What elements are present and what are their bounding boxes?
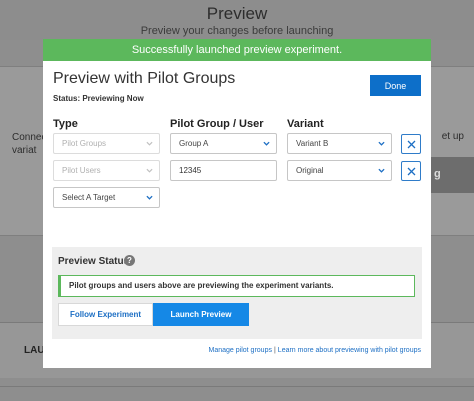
background-header: Preview Preview your changes before laun… — [0, 0, 474, 40]
chevron-down-icon — [378, 168, 385, 173]
background-side-text: Connec variat — [12, 131, 46, 157]
background-lower-label: LAU — [24, 345, 45, 356]
group-select[interactable]: Group A — [170, 133, 277, 154]
close-icon — [407, 167, 416, 176]
remove-row-button[interactable] — [401, 134, 421, 154]
target-select-value: Select A Target — [62, 193, 116, 202]
chevron-down-icon — [263, 141, 270, 146]
type-column-label: Type — [53, 118, 78, 130]
background-title: Preview — [206, 4, 268, 23]
modal-status: Status: Previewing Now — [53, 94, 144, 103]
user-id-input[interactable]: 12345 — [170, 160, 277, 181]
close-icon — [407, 140, 416, 149]
help-icon[interactable]: ? — [124, 255, 135, 266]
modal-title: Preview with Pilot Groups — [53, 70, 236, 87]
done-button[interactable]: Done — [370, 75, 421, 96]
divider — [0, 386, 474, 387]
preview-status-title: Preview Status — [58, 256, 130, 267]
learn-more-link[interactable]: Learn more about previewing with pilot g… — [278, 347, 421, 354]
chevron-down-icon — [146, 168, 153, 173]
variant-select[interactable]: Variant B — [287, 133, 392, 154]
preview-status-message: Pilot groups and users above are preview… — [58, 275, 415, 297]
launch-preview-button[interactable]: Launch Preview — [153, 303, 249, 326]
variant-select-value: Variant B — [296, 139, 329, 148]
preview-status-section: Preview Status ? Pilot groups and users … — [52, 247, 422, 339]
background-button: g — [430, 157, 474, 193]
manage-pilot-groups-link[interactable]: Manage pilot groups — [209, 347, 272, 354]
type-select[interactable]: Pilot Groups — [53, 133, 160, 154]
success-banner: Successfully launched preview experiment… — [43, 39, 431, 61]
chevron-down-icon — [146, 195, 153, 200]
background-side-text-line: Connec — [12, 132, 47, 143]
variant-select-value: Original — [296, 166, 324, 175]
background-subtitle: Preview your changes before launching — [140, 25, 334, 37]
background-side-text-right: et up — [441, 131, 464, 142]
type-select[interactable]: Pilot Users — [53, 160, 160, 181]
type-select-value: Pilot Users — [62, 166, 101, 175]
background-side-text-line: variat — [12, 145, 37, 156]
variant-column-label: Variant — [287, 118, 324, 130]
footer-links: Manage pilot groups | Learn more about pre… — [209, 347, 421, 354]
group-column-label: Pilot Group / User — [170, 118, 264, 130]
group-select-value: Group A — [179, 139, 209, 148]
preview-modal: Preview with Pilot Groups Status: Previe… — [43, 61, 431, 368]
chevron-down-icon — [378, 141, 385, 146]
variant-select[interactable]: Original — [287, 160, 392, 181]
type-select-value: Pilot Groups — [62, 139, 107, 148]
chevron-down-icon — [146, 141, 153, 146]
remove-row-button[interactable] — [401, 161, 421, 181]
follow-experiment-button[interactable]: Follow Experiment — [58, 303, 153, 326]
target-select[interactable]: Select A Target — [53, 187, 160, 208]
